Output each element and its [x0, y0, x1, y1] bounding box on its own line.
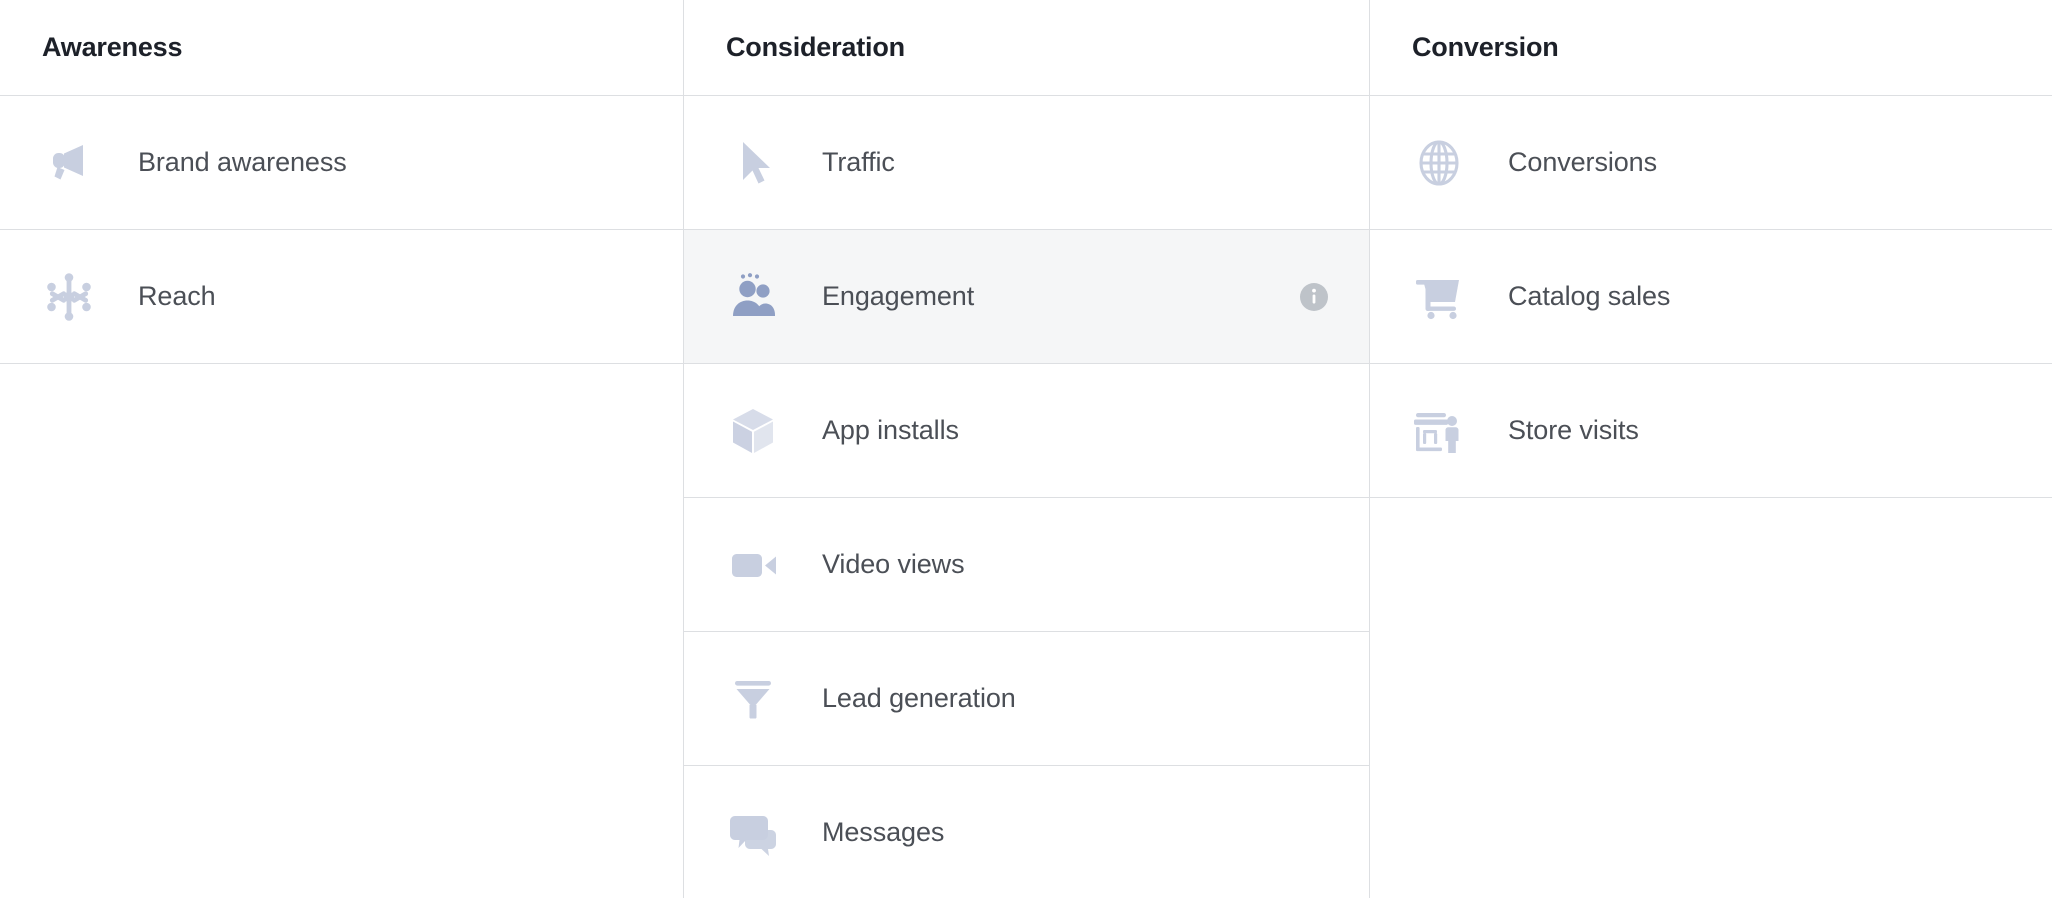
objective-list-conversion: Conversions Catalog sales Store visits [1370, 96, 2052, 498]
objective-row-lead-generation[interactable]: Lead generation [684, 632, 1370, 766]
globe-icon [1412, 136, 1466, 190]
objective-label: Conversions [1508, 147, 1657, 177]
campaign-objective-grid: Awareness Brand awareness Reach Consider… [0, 0, 2052, 898]
objective-row-video-views[interactable]: Video views [684, 498, 1370, 632]
objective-column-awareness: Awareness Brand awareness Reach [0, 0, 684, 898]
objective-column-consideration: Consideration Traffic Engagement App ins… [684, 0, 1370, 898]
chat-bubbles-icon [726, 806, 780, 860]
objective-label: Video views [822, 549, 965, 579]
column-filler-conversion [1370, 498, 2052, 898]
cursor-arrow-icon [726, 136, 780, 190]
objective-label: Reach [138, 281, 216, 311]
funnel-icon [726, 672, 780, 726]
objective-row-reach[interactable]: Reach [0, 230, 684, 364]
column-header-consideration: Consideration [684, 0, 1370, 96]
objective-row-traffic[interactable]: Traffic [684, 96, 1370, 230]
objective-label: Engagement [822, 281, 975, 311]
objective-row-messages[interactable]: Messages [684, 766, 1370, 898]
megaphone-icon [42, 136, 96, 190]
objective-list-consideration: Traffic Engagement App installs Video vi… [684, 96, 1370, 898]
column-filler-awareness [0, 364, 684, 898]
objective-column-conversion: Conversion Conversions Catalog sales Sto… [1370, 0, 2052, 898]
objective-label: App installs [822, 415, 959, 445]
info-icon[interactable] [1300, 282, 1328, 311]
reach-burst-icon [42, 270, 96, 324]
objective-label: Traffic [822, 147, 895, 177]
objective-row-app-installs[interactable]: App installs [684, 364, 1370, 498]
objective-label: Lead generation [822, 683, 1016, 713]
cube-box-icon [726, 404, 780, 458]
column-header-awareness: Awareness [0, 0, 684, 96]
objective-label: Store visits [1508, 415, 1639, 445]
objective-row-store-visits[interactable]: Store visits [1370, 364, 2052, 498]
storefront-person-icon [1412, 404, 1466, 458]
video-camera-icon [726, 538, 780, 592]
shopping-cart-icon [1412, 270, 1466, 324]
objective-label: Catalog sales [1508, 281, 1671, 311]
objective-row-catalog-sales[interactable]: Catalog sales [1370, 230, 2052, 364]
column-header-conversion: Conversion [1370, 0, 2052, 96]
people-group-icon [726, 270, 780, 324]
objective-row-conversions[interactable]: Conversions [1370, 96, 2052, 230]
objective-row-engagement[interactable]: Engagement [684, 230, 1370, 364]
objective-label: Brand awareness [138, 147, 347, 177]
objective-row-brand-awareness[interactable]: Brand awareness [0, 96, 684, 230]
objective-label: Messages [822, 817, 945, 847]
objective-list-awareness: Brand awareness Reach [0, 96, 684, 364]
